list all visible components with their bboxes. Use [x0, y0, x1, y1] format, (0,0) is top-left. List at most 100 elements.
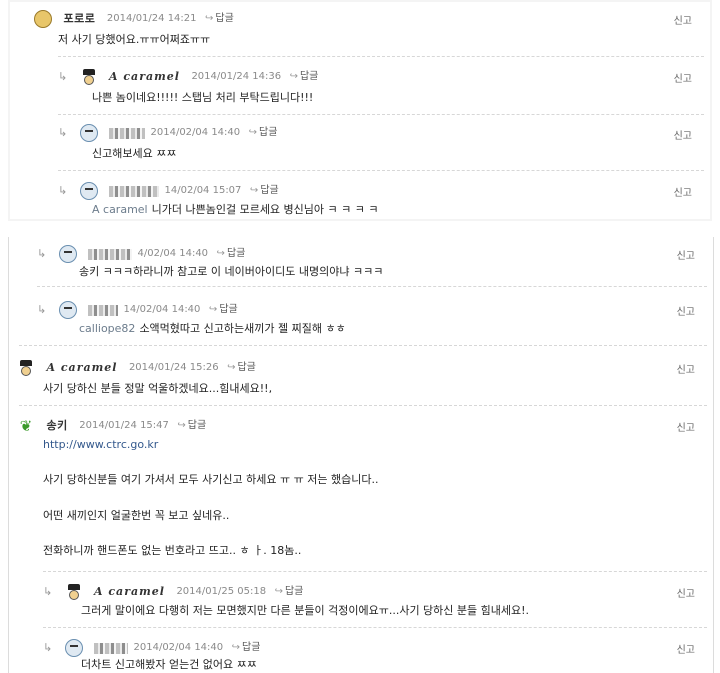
author-name[interactable]: 송키 [47, 419, 68, 432]
divider [19, 405, 707, 406]
comment-header: ↳ 2014/02/04 14:40 ↪ 답글 [43, 639, 261, 657]
reply-link[interactable]: ↪ 답글 [217, 248, 246, 259]
reply-link[interactable]: ↪ 답글 [232, 642, 261, 653]
comment-date: 2014/01/24 14:36 [191, 71, 282, 82]
mention[interactable]: calliope82 [79, 322, 135, 335]
comment-text: 사기 당하신분들 여기 가셔서 모두 사기신고 하세요 ㅠ ㅠ 저는 했습니다.… [43, 473, 379, 486]
reply-icon: ↪ [216, 248, 225, 259]
comment-text: A caramel 니가더 나쁜놈인걸 모르세요 병신님아 ㅋ ㅋ ㅋ ㅋ [92, 203, 379, 216]
reply-icon: ↪ [231, 642, 241, 653]
comment-date: 2014/02/04 14:40 [150, 127, 241, 138]
comment-header: ↳ 4/02/04 14:40 ↪ 답글 [37, 245, 246, 263]
mention[interactable]: A caramel [92, 203, 148, 216]
comment-header: ↳ 2014/02/04 14:40 ↪ 답글 [58, 124, 278, 142]
comment-date: 2014/01/24 15:47 [79, 420, 169, 431]
comment-text: 사기 당하신 분들 정말 억울하겠네요...힘내세요!!, [43, 382, 273, 395]
reply-icon: ↪ [208, 304, 218, 315]
comment-date: 14/02/04 14:40 [123, 304, 201, 315]
report-link[interactable]: 신고 [677, 585, 695, 600]
report-link[interactable]: 신고 [677, 303, 695, 318]
comment-text: calliope82 소액먹혔따고 신고하는새끼가 젤 찌질해 ㅎㅎ [79, 322, 346, 335]
url-link[interactable]: http://www.ctrc.go.kr [43, 437, 158, 452]
redacted-name [94, 642, 128, 654]
divider [58, 56, 704, 57]
report-link[interactable]: 신고 [677, 361, 695, 376]
comment-header: A caramel 2014/01/24 15:26 ↪ 답글 [17, 359, 256, 377]
comment-header: ↳ A caramel 2014/01/25 05:18 ↪ 답글 [43, 583, 304, 601]
reply-link[interactable]: ↪ 답글 [177, 420, 206, 431]
comment-header: ❦ 송키 2014/01/24 15:47 ↪ 답글 [17, 417, 206, 435]
reply-link[interactable]: ↪ 답글 [250, 185, 279, 196]
author-name[interactable]: 포로로 [64, 12, 96, 25]
redacted-name [88, 248, 132, 260]
reply-link[interactable]: ↪ 답글 [290, 71, 319, 82]
avatar[interactable] [58, 301, 77, 319]
reply-icon: ↪ [205, 13, 214, 24]
comment-date: 2014/02/04 14:40 [133, 642, 224, 653]
reply-icon: ↪ [249, 185, 259, 196]
reply-link[interactable]: ↪ 답글 [249, 127, 278, 138]
reply-arrow-icon: ↳ [58, 70, 68, 83]
comment-text: 그러게 말이에요 다행히 저는 모면했지만 다른 분들이 걱정이에요ㅠ...사기… [81, 604, 530, 617]
report-link[interactable]: 신고 [674, 70, 692, 85]
report-link[interactable]: 신고 [674, 12, 692, 27]
comment-text: 전화하니까 핸드폰도 없는 번호라고 뜨고.. ㅎ ㅏ. 18놈.. [43, 544, 302, 557]
comment-header: ↳ A caramel 2014/01/24 14:36 ↪ 답글 [58, 68, 319, 86]
comment-header: 포로로 2014/01/24 14:21 ↪ 답글 [34, 10, 234, 28]
divider [58, 170, 704, 171]
reply-arrow-icon: ↳ [37, 303, 47, 316]
comment-text: 신고해보세요 ㅉㅉ [92, 147, 177, 160]
reply-icon: ↪ [227, 362, 236, 373]
avatar[interactable] [17, 359, 35, 377]
avatar[interactable] [64, 639, 83, 657]
avatar[interactable] [79, 182, 98, 200]
sprout-icon[interactable]: ❦ [17, 417, 35, 435]
avatar[interactable] [34, 10, 52, 28]
reply-link[interactable]: ↪ 답글 [205, 13, 234, 24]
comment-text: 나쁜 놈이네요!!!!! 스탭님 처리 부탁드립니다!!! [92, 91, 314, 104]
comment-text: 어떤 새끼인지 얼굴한번 꼭 보고 싶네유.. [43, 509, 230, 522]
author-name[interactable]: A caramel [109, 70, 180, 83]
reply-icon: ↪ [248, 127, 258, 138]
divider [19, 345, 707, 346]
report-link[interactable]: 신고 [674, 184, 692, 199]
comment-date: 2014/01/24 14:21 [106, 13, 197, 24]
report-link[interactable]: 신고 [677, 641, 695, 656]
redacted-name [88, 304, 118, 316]
comment-text: 더차트 신고해봤자 얻는건 없어요 ㅉㅉ [81, 658, 257, 671]
comment-date: 2014/01/25 05:18 [176, 586, 267, 597]
avatar[interactable] [58, 245, 77, 263]
comment-panel-1: 포로로 2014/01/24 14:21 ↪ 답글 신고 저 사기 당했어요.ㅠㅠ… [8, 0, 712, 221]
reply-icon: ↪ [289, 71, 298, 82]
reply-link[interactable]: ↪ 답글 [209, 304, 238, 315]
divider [43, 627, 707, 628]
reply-arrow-icon: ↳ [58, 184, 68, 197]
comment-panel-2: ↳ 4/02/04 14:40 ↪ 답글 신고 송키 ㅋㅋㅋ하라니까 참고로 이 … [8, 237, 714, 673]
comment-text: 송키 ㅋㅋㅋ하라니까 참고로 이 네이버아이디도 내명의야냐 ㅋㅋㅋ [79, 265, 384, 278]
reply-link[interactable]: ↪ 답글 [275, 586, 304, 597]
comment-date: 2014/01/24 15:26 [128, 362, 219, 373]
report-link[interactable]: 신고 [677, 419, 695, 434]
divider [43, 571, 707, 572]
reply-arrow-icon: ↳ [58, 126, 68, 139]
author-name[interactable]: A caramel [47, 361, 118, 374]
redacted-name [109, 127, 145, 139]
reply-link[interactable]: ↪ 답글 [227, 362, 256, 373]
avatar[interactable] [64, 583, 83, 601]
comment-date: 14/02/04 15:07 [164, 185, 242, 196]
avatar[interactable] [79, 124, 98, 142]
redacted-name [109, 185, 159, 197]
report-link[interactable]: 신고 [674, 127, 692, 142]
author-name[interactable]: A caramel [94, 585, 165, 598]
reply-arrow-icon: ↳ [43, 641, 53, 654]
report-link[interactable]: 신고 [677, 247, 695, 262]
comment-text: 저 사기 당했어요.ㅠㅠ어쩌죠ㅠㅠ [58, 33, 211, 46]
divider [58, 114, 704, 115]
comment-header: ↳ 14/02/04 15:07 ↪ 답글 [58, 182, 279, 200]
reply-arrow-icon: ↳ [37, 247, 47, 260]
reply-icon: ↪ [274, 586, 283, 597]
divider [37, 286, 707, 287]
avatar[interactable] [79, 68, 98, 86]
reply-arrow-icon: ↳ [43, 585, 53, 598]
reply-icon: ↪ [177, 420, 186, 431]
